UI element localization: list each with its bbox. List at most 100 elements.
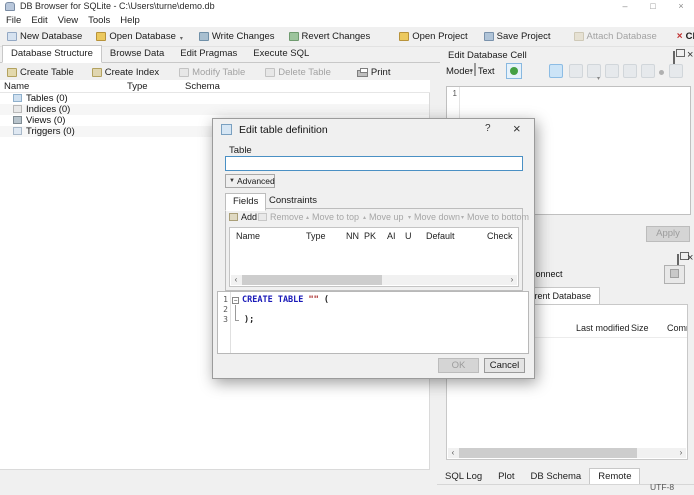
tree-column-type[interactable]: Type: [127, 81, 148, 92]
triggers-icon: [13, 127, 22, 135]
remote-column-commit[interactable]: Commit: [667, 323, 687, 333]
chevron-down-icon: ▼: [229, 178, 235, 184]
cell-line-number: 1: [452, 89, 457, 98]
mode-select[interactable]: Text ▾: [469, 63, 495, 76]
close-database-button[interactable]: × Close Database: [672, 29, 694, 44]
print-icon: [356, 67, 368, 77]
auto-apply-toggle[interactable]: [506, 63, 522, 79]
line-number: 2: [223, 305, 228, 314]
col-check[interactable]: Check: [487, 231, 513, 241]
mode-label: Mode:: [446, 66, 473, 77]
revert-changes-icon: [288, 32, 299, 41]
remove-icon: [258, 213, 267, 221]
tree-column-name[interactable]: Name: [4, 81, 29, 92]
cancel-button[interactable]: Cancel: [484, 358, 525, 373]
scroll-right-icon[interactable]: ›: [507, 275, 517, 285]
tree-item-indices[interactable]: Indices (0): [0, 104, 429, 115]
tab-db-schema[interactable]: DB Schema: [523, 469, 590, 485]
app-window: DB Browser for SQLite - C:\Users\turne\d…: [0, 0, 694, 495]
move-down-button: ▾ Move down: [408, 212, 461, 222]
remote-column-last-modified[interactable]: Last modified: [576, 323, 630, 333]
main-toolbar: New Database Open Database ▾ Write Chang…: [0, 27, 694, 47]
tab-fields[interactable]: Fields: [225, 193, 267, 211]
tree-item-tables[interactable]: Tables (0): [0, 93, 429, 104]
dialog-table-icon: [221, 124, 232, 135]
window-titlebar: DB Browser for SQLite - C:\Users\turne\d…: [0, 0, 694, 13]
open-project-icon: [399, 32, 410, 41]
fold-guide: [235, 305, 236, 320]
save-project-button[interactable]: Save Project: [479, 29, 556, 44]
arrow-up-icon: ▴: [306, 214, 310, 221]
remote-horizontal-scrollbar[interactable]: ‹ ›: [448, 448, 686, 458]
remote-column-size[interactable]: Size: [631, 323, 649, 333]
col-ai[interactable]: AI: [387, 231, 396, 241]
new-database-button[interactable]: New Database: [2, 29, 87, 44]
tab-database-structure[interactable]: Database Structure: [2, 45, 102, 63]
tab-edit-pragmas[interactable]: Edit Pragmas: [172, 46, 245, 62]
tab-remote[interactable]: Remote: [589, 468, 641, 485]
tab-sql-log[interactable]: SQL Log: [437, 469, 490, 485]
menu-file[interactable]: File: [1, 13, 26, 27]
write-changes-button[interactable]: Write Changes: [194, 29, 280, 44]
advanced-button[interactable]: ▼ Advanced: [225, 174, 275, 188]
set-null-icon: [623, 64, 637, 78]
create-table-icon: [7, 67, 17, 77]
create-index-button[interactable]: Create Index: [87, 65, 164, 80]
import-dropdown-icon: ▾: [597, 76, 601, 82]
scrollbar-thumb[interactable]: [459, 448, 637, 458]
attach-database-icon: [573, 32, 584, 41]
close-panel-icon[interactable]: ×: [687, 50, 693, 61]
tab-plot[interactable]: Plot: [490, 469, 522, 485]
table-name-input[interactable]: [225, 156, 523, 171]
col-u[interactable]: U: [405, 231, 412, 241]
remote-refresh-button[interactable]: [664, 265, 685, 284]
open-database-dropdown-icon[interactable]: ▾: [180, 35, 183, 42]
fields-horizontal-scrollbar[interactable]: ‹ ›: [231, 275, 517, 285]
chevron-down-icon: ▾: [469, 68, 473, 75]
text-mode-icon[interactable]: [549, 64, 563, 78]
sql-preview-editor[interactable]: 1 2 3 − CREATE TABLE "" ( );: [217, 291, 529, 354]
dialog-help-icon[interactable]: ?: [485, 123, 491, 134]
fullscreen-icon: [641, 64, 655, 78]
revert-changes-button[interactable]: Revert Changes: [284, 29, 376, 44]
open-project-button[interactable]: Open Project: [394, 29, 472, 44]
create-table-button[interactable]: Create Table: [2, 65, 79, 80]
col-nn[interactable]: NN: [346, 231, 359, 241]
maximize-button[interactable]: □: [640, 0, 666, 13]
float-panel-icon[interactable]: [673, 51, 675, 64]
fold-marker-icon[interactable]: −: [232, 297, 239, 304]
scroll-left-icon[interactable]: ‹: [448, 448, 458, 458]
scrollbar-thumb[interactable]: [242, 275, 382, 285]
add-field-button[interactable]: Add: [229, 212, 257, 222]
col-type[interactable]: Type: [306, 231, 326, 241]
menu-edit[interactable]: Edit: [26, 13, 52, 27]
menu-view[interactable]: View: [53, 13, 83, 27]
scroll-right-icon[interactable]: ›: [676, 448, 686, 458]
attach-database-button: Attach Database: [569, 29, 662, 44]
encoding-status: UTF-8: [650, 482, 675, 492]
apply-dot-icon: [510, 67, 518, 75]
dialog-close-icon[interactable]: ×: [513, 121, 521, 136]
close-button[interactable]: ×: [668, 0, 694, 13]
scroll-left-icon[interactable]: ‹: [231, 275, 241, 285]
col-default[interactable]: Default: [426, 231, 455, 241]
col-pk[interactable]: PK: [364, 231, 376, 241]
sql-line-3: );: [244, 315, 255, 325]
tab-constraints[interactable]: Constraints: [262, 193, 324, 209]
move-to-bottom-button: ▾ Move to bottom: [461, 212, 530, 222]
tree-header: Name Type Schema: [0, 80, 430, 93]
close-panel-icon[interactable]: ×: [687, 253, 693, 264]
menu-help[interactable]: Help: [115, 13, 145, 27]
open-database-button[interactable]: Open Database ▾: [91, 29, 188, 44]
arrow-up-icon: ▴: [363, 214, 367, 221]
tab-browse-data[interactable]: Browse Data: [102, 46, 172, 62]
delete-table-button: Delete Table: [260, 65, 336, 80]
menu-tools[interactable]: Tools: [83, 13, 115, 27]
tab-execute-sql[interactable]: Execute SQL: [245, 46, 317, 62]
print-button[interactable]: Print: [352, 65, 396, 80]
tree-column-schema[interactable]: Schema: [185, 81, 220, 92]
tables-icon: [13, 94, 22, 102]
col-name[interactable]: Name: [236, 231, 260, 241]
minimize-button[interactable]: –: [612, 0, 638, 13]
structure-toolbar: Create Table Create Index Modify Table D…: [0, 64, 440, 80]
